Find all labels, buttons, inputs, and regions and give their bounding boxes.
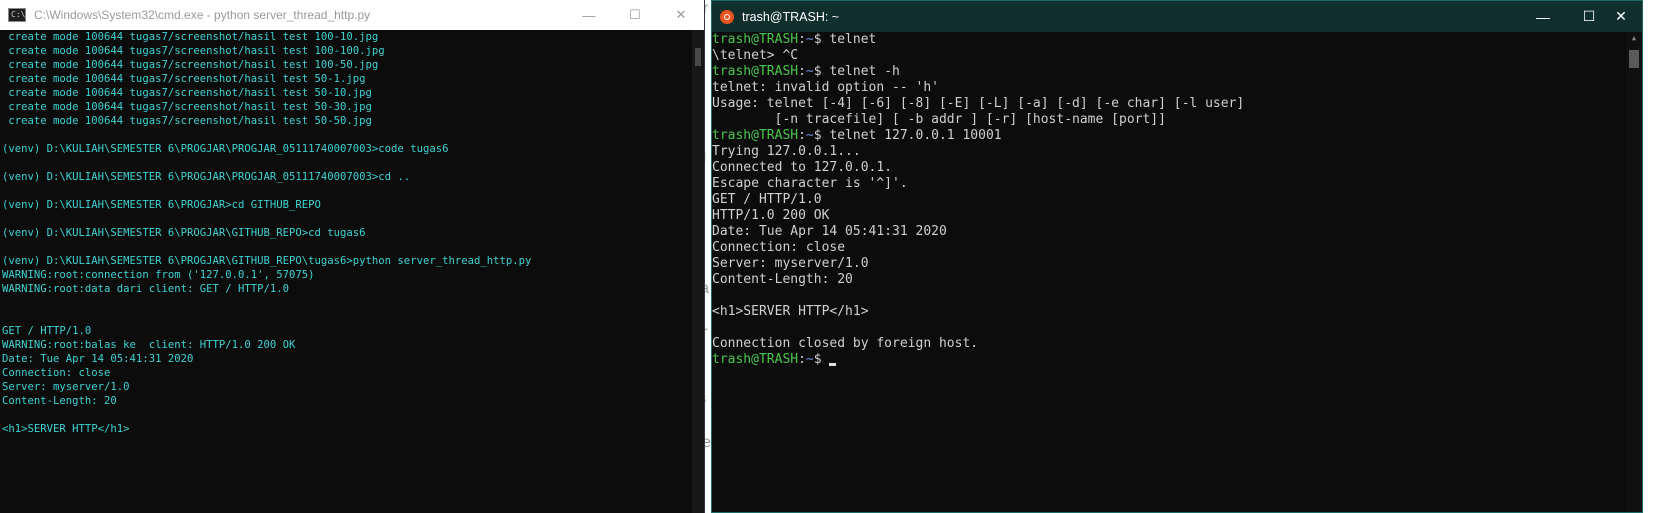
- terminal-output[interactable]: trash@TRASH:~$ telnet \telnet> ^C trash@TR…: [712, 32, 1626, 512]
- console-line: Connection: close: [2, 367, 111, 379]
- console-line: WARNING:root:data dari client: GET / HTT…: [2, 283, 290, 295]
- ubuntu-titlebar[interactable]: trash@TRASH: ~ — ☐ ✕: [712, 1, 1642, 32]
- terminal-command: telnet: [821, 32, 877, 47]
- terminal-output-line: [-n tracefile] [ -b addr ] [-r] [host-na…: [712, 112, 1166, 127]
- prompt-path: ~: [805, 352, 814, 367]
- prompt-path: ~: [805, 64, 814, 79]
- console-icon: C:\: [8, 8, 26, 22]
- console-line: (venv) D:\KULIAH\SEMESTER 6\PROGJAR\PROG…: [2, 143, 449, 155]
- terminal-prompt-line: trash@TRASH:~$ telnet -h: [712, 64, 900, 79]
- text-cursor: [829, 363, 837, 366]
- console-line: Content-Length: 20: [2, 395, 117, 407]
- console-line: create mode 100644 tugas7/screenshot/has…: [2, 59, 379, 71]
- console-line: (venv) D:\KULIAH\SEMESTER 6\PROGJAR>cd G…: [2, 199, 321, 211]
- cmd-scrollbar-thumb[interactable]: [695, 48, 701, 66]
- prompt-path: ~: [805, 128, 814, 143]
- console-line: Server: myserver/1.0: [2, 381, 130, 393]
- terminal-command: [822, 352, 830, 367]
- terminal-output-line: Connection: close: [712, 240, 846, 255]
- ubuntu-window-title: trash@TRASH: ~: [742, 9, 840, 24]
- prompt-user: trash@TRASH: [712, 32, 799, 47]
- console-line: create mode 100644 tugas7/screenshot/has…: [2, 31, 379, 43]
- minimize-button[interactable]: —: [1520, 1, 1566, 32]
- ubuntu-terminal-window[interactable]: trash@TRASH: ~ — ☐ ✕ trash@TRASH:~$ teln…: [711, 0, 1643, 513]
- cmd-scrollbar[interactable]: [692, 30, 704, 513]
- terminal-output-line: HTTP/1.0 200 OK: [712, 208, 830, 223]
- console-line: create mode 100644 tugas7/screenshot/has…: [2, 87, 372, 99]
- console-line: WARNING:root:connection from ('127.0.0.1…: [2, 269, 315, 281]
- console-line: create mode 100644 tugas7/screenshot/has…: [2, 45, 385, 57]
- console-line: (venv) D:\KULIAH\SEMESTER 6\PROGJAR\GITH…: [2, 227, 366, 239]
- terminal-output-line: Date: Tue Apr 14 05:41:31 2020: [712, 224, 947, 239]
- terminal-output-line: Content-Length: 20: [712, 272, 853, 287]
- cmd-titlebar[interactable]: C:\ C:\Windows\System32\cmd.exe - python…: [0, 0, 704, 30]
- terminal-scrollbar-thumb[interactable]: [1629, 50, 1639, 68]
- terminal-output-line: Connected to 127.0.0.1.: [712, 160, 893, 175]
- console-line: GET / HTTP/1.0: [2, 325, 92, 337]
- terminal-output-line: <h1>SERVER HTTP</h1>: [712, 304, 869, 319]
- terminal-output-line: Connection closed by foreign host.: [712, 336, 979, 351]
- terminal-output-line: Trying 127.0.0.1...: [712, 144, 861, 159]
- console-line: <h1>SERVER HTTP</h1>: [2, 423, 130, 435]
- console-line: create mode 100644 tugas7/screenshot/has…: [2, 73, 366, 85]
- maximize-button[interactable]: ☐: [612, 0, 658, 30]
- terminal-command: telnet 127.0.0.1 10001: [821, 128, 1002, 143]
- minimize-button[interactable]: —: [566, 0, 612, 30]
- terminal-scrollbar[interactable]: ▲: [1626, 32, 1642, 512]
- console-line: WARNING:root:balas ke client: HTTP/1.0 2…: [2, 339, 296, 351]
- close-button[interactable]: ✕: [1598, 1, 1644, 32]
- terminal-command: telnet -h: [821, 64, 900, 79]
- terminal-prompt-line: trash@TRASH:~$ telnet 127.0.0.1 10001: [712, 128, 1002, 143]
- prompt-user: trash@TRASH: [712, 64, 799, 79]
- cmd-console-output[interactable]: create mode 100644 tugas7/screenshot/has…: [0, 30, 694, 513]
- terminal-output-line: Server: myserver/1.0: [712, 256, 869, 271]
- terminal-output-line: Usage: telnet [-4] [-6] [-8] [-E] [-L] […: [712, 96, 1245, 111]
- console-line: (venv) D:\KULIAH\SEMESTER 6\PROGJAR\PROG…: [2, 171, 411, 183]
- prompt-user: trash@TRASH: [712, 128, 799, 143]
- prompt-path: ~: [805, 32, 814, 47]
- prompt-user: trash@TRASH: [712, 352, 799, 367]
- terminal-output-line: telnet: invalid option -- 'h': [712, 80, 939, 95]
- cmd-window-title: C:\Windows\System32\cmd.exe - python ser…: [34, 8, 371, 22]
- terminal-output-line: Escape character is '^]'.: [712, 176, 908, 191]
- scroll-up-icon[interactable]: ▲: [1630, 34, 1638, 42]
- cmd-window[interactable]: C:\ C:\Windows\System32\cmd.exe - python…: [0, 0, 705, 513]
- terminal-output-line: \telnet> ^C: [712, 48, 799, 63]
- terminal-output-line: GET / HTTP/1.0: [712, 192, 822, 207]
- console-line: create mode 100644 tugas7/screenshot/has…: [2, 115, 372, 127]
- console-line: Date: Tue Apr 14 05:41:31 2020: [2, 353, 194, 365]
- ubuntu-logo-icon: [720, 9, 734, 24]
- close-button[interactable]: ✕: [658, 0, 704, 30]
- terminal-prompt-line: trash@TRASH:~$ telnet: [712, 32, 877, 47]
- console-line: (venv) D:\KULIAH\SEMESTER 6\PROGJAR\GITH…: [2, 255, 532, 267]
- console-line: create mode 100644 tugas7/screenshot/has…: [2, 101, 372, 113]
- terminal-prompt-line: trash@TRASH:~$: [712, 352, 1626, 368]
